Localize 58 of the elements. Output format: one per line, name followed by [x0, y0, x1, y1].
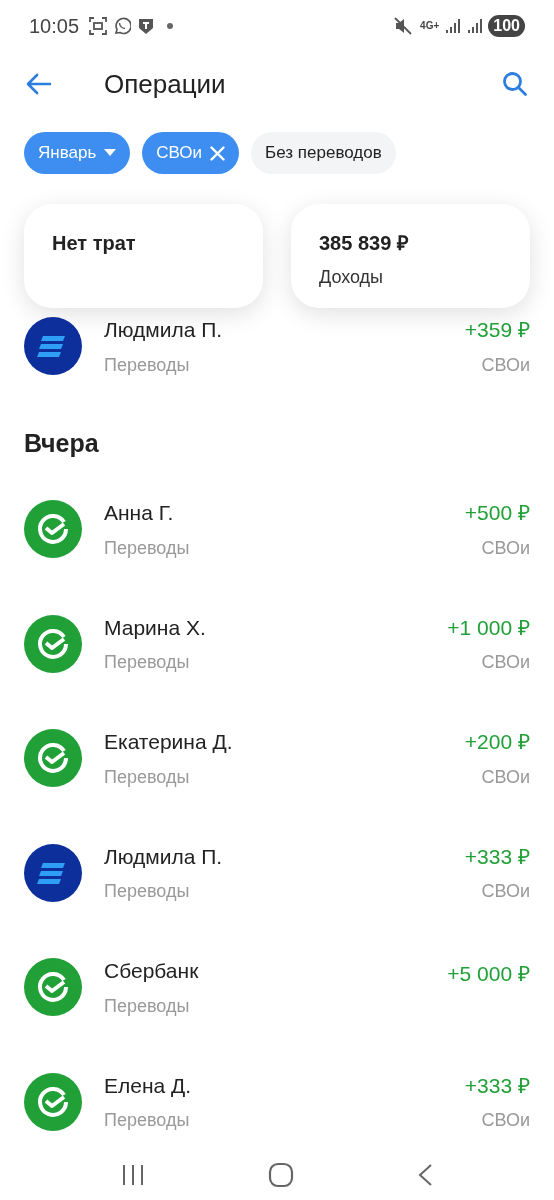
amount: +500 ₽: [464, 500, 530, 526]
mute-icon: [394, 17, 413, 35]
bank-logo-icon: [24, 843, 82, 902]
check-logo-icon: [24, 1072, 82, 1131]
filter-chip[interactable]: СВОи: [142, 132, 240, 174]
filter-chip[interactable]: Январь: [24, 132, 131, 174]
back-icon[interactable]: [416, 1163, 433, 1187]
check-logo-icon: [24, 958, 82, 1017]
payer-name: Сбербанк: [104, 958, 200, 984]
category-label: Переводы: [104, 1109, 191, 1132]
category-label: Переводы: [104, 765, 191, 789]
category-label: Переводы: [104, 651, 191, 674]
tag-label: СВОи: [481, 765, 530, 789]
amount: +333 ₽: [464, 1072, 530, 1099]
caret-icon: [104, 149, 117, 157]
summary-value: 385 839 ₽: [319, 231, 410, 256]
payer-name: Марина Х.: [104, 614, 207, 641]
payer-name: Елена Д.: [104, 1072, 193, 1099]
signal-icon: [467, 18, 484, 34]
summary-label: Доходы: [319, 266, 385, 289]
recent-apps-icon[interactable]: [121, 1164, 146, 1186]
tag-label: СВОи: [481, 880, 530, 903]
back-arrow-icon[interactable]: [26, 73, 52, 95]
tag-label: СВОи: [481, 1109, 530, 1132]
payer-name: Анна Г.: [104, 500, 175, 526]
category-label: Переводы: [104, 994, 191, 1018]
network-label: 4G+: [420, 21, 440, 31]
check-logo-icon: [24, 614, 82, 673]
category-label: Переводы: [104, 536, 191, 560]
shield-icon: [137, 17, 156, 35]
screenshot-icon: [89, 17, 108, 35]
signal-icon: [445, 18, 462, 34]
home-icon[interactable]: [268, 1162, 294, 1188]
summary-value: Нет трат: [52, 231, 137, 256]
payer-name: Екатерина Д.: [104, 729, 234, 755]
amount: +359 ₽: [464, 317, 530, 343]
page-title: Операции: [104, 67, 226, 101]
tag-label: СВОи: [481, 353, 530, 377]
category-label: Переводы: [104, 880, 191, 903]
filter-chip[interactable]: Без переводов: [251, 132, 396, 174]
amount: +1 000 ₽: [447, 614, 530, 641]
category-label: Переводы: [104, 353, 191, 377]
amount: +200 ₽: [464, 729, 530, 755]
amount: +5 000 ₽: [447, 961, 530, 987]
section-title: Вчера: [23, 427, 100, 459]
check-logo-icon: [24, 500, 82, 559]
payer-name: Людмила П.: [104, 843, 224, 870]
battery-level: 100: [488, 15, 525, 37]
search-icon[interactable]: [502, 71, 528, 97]
payer-name: Людмила П.: [104, 317, 224, 343]
chat-icon: [113, 17, 132, 35]
check-logo-icon: [24, 729, 82, 788]
status-time: 10:05: [29, 14, 80, 39]
tag-label: СВОи: [481, 651, 530, 674]
tag-label: СВОи: [481, 536, 530, 560]
bank-logo-icon: [24, 317, 82, 376]
amount: +333 ₽: [464, 843, 530, 870]
close-icon[interactable]: [210, 145, 226, 161]
